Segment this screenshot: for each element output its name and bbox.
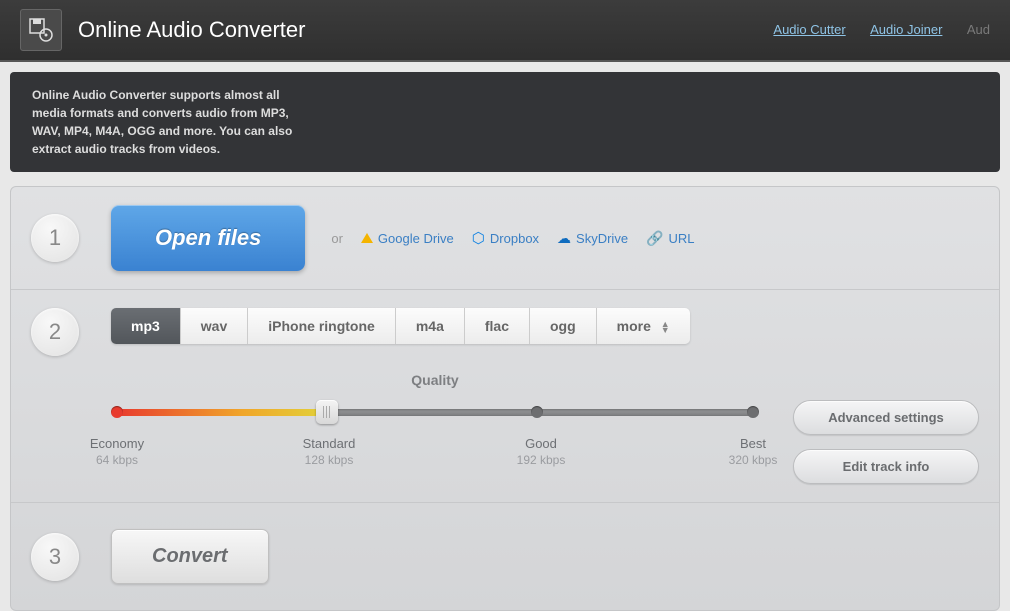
google-drive-icon: [361, 233, 373, 243]
dropbox-icon: ⬡: [472, 229, 485, 247]
slider-stop-best: [747, 406, 759, 418]
format-more-label: more: [617, 318, 651, 334]
quality-label: Quality: [111, 372, 759, 388]
scale-standard-rate: 128 kbps: [289, 453, 369, 467]
app-header: Online Audio Converter Audio Cutter Audi…: [0, 0, 1010, 62]
app-title: Online Audio Converter: [78, 17, 753, 43]
scale-economy-name: Economy: [77, 436, 157, 451]
scale-standard-name: Standard: [289, 436, 369, 451]
description-panel: Online Audio Converter supports almost a…: [10, 72, 1000, 172]
format-tabs: mp3 wav iPhone ringtone m4a flac ogg mor…: [111, 308, 690, 344]
scale-good-rate: 192 kbps: [501, 453, 581, 467]
step-3-number: 3: [31, 533, 79, 581]
slider-stop-economy: [111, 406, 123, 418]
slider-handle[interactable]: [316, 400, 338, 424]
step-1-number: 1: [31, 214, 79, 262]
scale-standard: Standard 128 kbps: [289, 436, 369, 467]
audio-joiner-link[interactable]: Audio Joiner: [870, 22, 942, 37]
scale-economy-rate: 64 kbps: [77, 453, 157, 467]
slider-stop-good: [531, 406, 543, 418]
cutoff-link-text: Aud: [967, 22, 990, 37]
step-1: 1 Open files or Google Drive ⬡ Dropbox ☁…: [11, 187, 999, 290]
scale-best-rate: 320 kbps: [713, 453, 793, 467]
description-text: Online Audio Converter supports almost a…: [32, 86, 302, 158]
advanced-settings-button[interactable]: Advanced settings: [793, 400, 979, 435]
main-panel: 1 Open files or Google Drive ⬡ Dropbox ☁…: [10, 186, 1000, 611]
link-icon: 🔗: [646, 230, 663, 247]
format-tab-flac[interactable]: flac: [465, 308, 530, 344]
quality-slider[interactable]: [117, 402, 753, 422]
format-tab-more[interactable]: more ▲▼: [597, 308, 690, 344]
dropbox-label: Dropbox: [490, 231, 539, 246]
skydrive-label: SkyDrive: [576, 231, 628, 246]
open-files-button[interactable]: Open files: [111, 205, 305, 271]
skydrive-link[interactable]: ☁ SkyDrive: [557, 230, 628, 247]
format-tab-ogg[interactable]: ogg: [530, 308, 597, 344]
step-2-number: 2: [31, 308, 79, 356]
header-links: Audio Cutter Audio Joiner Aud: [753, 21, 990, 39]
scale-best: Best 320 kbps: [713, 436, 793, 467]
updown-arrows-icon: ▲▼: [661, 321, 670, 333]
format-tab-mp3[interactable]: mp3: [111, 308, 181, 344]
google-drive-link[interactable]: Google Drive: [361, 231, 454, 246]
scale-good: Good 192 kbps: [501, 436, 581, 467]
skydrive-icon: ☁: [557, 230, 571, 247]
scale-best-name: Best: [713, 436, 793, 451]
edit-track-info-button[interactable]: Edit track info: [793, 449, 979, 484]
app-logo-icon: [20, 9, 62, 51]
dropbox-link[interactable]: ⬡ Dropbox: [472, 229, 539, 247]
convert-button[interactable]: Convert: [111, 529, 269, 584]
url-link[interactable]: 🔗 URL: [646, 230, 694, 247]
url-label: URL: [669, 231, 695, 246]
side-buttons: Advanced settings Edit track info: [793, 400, 979, 484]
format-tab-m4a[interactable]: m4a: [396, 308, 465, 344]
source-links: or Google Drive ⬡ Dropbox ☁ SkyDrive 🔗 U…: [331, 229, 694, 247]
format-tab-wav[interactable]: wav: [181, 308, 248, 344]
step-3: 3 Convert: [11, 503, 999, 610]
google-drive-label: Google Drive: [378, 231, 454, 246]
quality-block: Quality Economy 64 kbps: [111, 372, 759, 484]
slider-fill: [117, 409, 327, 416]
audio-cutter-link[interactable]: Audio Cutter: [773, 22, 845, 37]
scale-economy: Economy 64 kbps: [77, 436, 157, 467]
scale-good-name: Good: [501, 436, 581, 451]
step-2: 2 mp3 wav iPhone ringtone m4a flac ogg m…: [11, 290, 999, 503]
or-label: or: [331, 231, 343, 246]
format-tab-iphone-ringtone[interactable]: iPhone ringtone: [248, 308, 396, 344]
quality-scale: Economy 64 kbps Standard 128 kbps Good 1…: [77, 436, 793, 467]
